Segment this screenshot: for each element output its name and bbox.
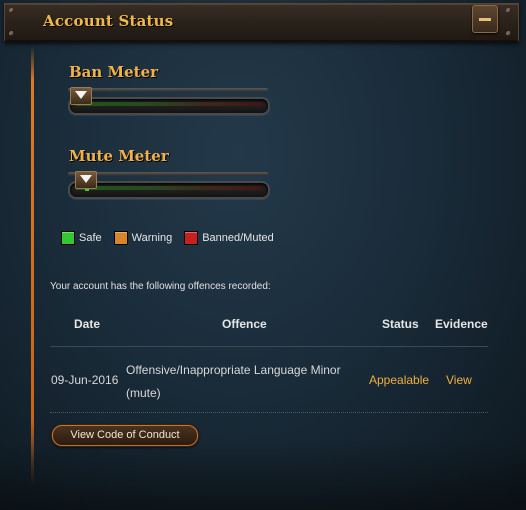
mute-meter-pointer-icon — [75, 171, 97, 189]
column-header-status: Status — [382, 317, 419, 331]
column-header-evidence: Evidence — [435, 317, 488, 331]
legend-item-banned: Banned/Muted — [184, 231, 274, 245]
panel-title: Account Status — [43, 12, 174, 30]
offence-date: 09-Jun-2016 — [51, 373, 119, 387]
mute-meter-title: Mute Meter — [69, 147, 169, 165]
column-header-date: Date — [74, 317, 101, 331]
ban-meter-fill — [76, 102, 262, 106]
safe-swatch-icon — [61, 231, 75, 245]
legend-item-safe: Safe — [61, 231, 102, 245]
ban-meter-pointer-icon — [70, 87, 92, 105]
rivet-icon — [9, 8, 14, 13]
legend-item-warning: Warning — [113, 231, 172, 245]
minus-icon — [479, 18, 491, 21]
column-header-offence: Offence — [222, 317, 267, 331]
warning-swatch-icon — [113, 231, 128, 245]
banned-swatch-icon — [184, 231, 199, 245]
offence-description: Offensive/Inappropriate Language Minor (… — [126, 363, 341, 400]
ban-meter-title: Ban Meter — [69, 63, 159, 81]
table-row-divider — [50, 412, 488, 413]
meter-legend: Safe Warning Banned/Muted — [61, 231, 286, 245]
ban-meter-track — [68, 97, 270, 115]
panel-header: Account Status — [4, 3, 519, 42]
table-header-divider — [50, 346, 488, 347]
mute-meter — [64, 171, 274, 201]
rivet-icon — [506, 31, 511, 36]
mute-meter-fill — [76, 186, 262, 190]
mute-meter-track — [68, 181, 270, 199]
view-evidence-link[interactable]: View — [446, 373, 472, 387]
appeal-link[interactable]: Appealable — [369, 373, 429, 387]
account-status-panel: Account Status Ban Meter Mute Meter Safe… — [0, 0, 526, 510]
view-code-of-conduct-button[interactable]: View Code of Conduct — [52, 425, 198, 446]
rivet-icon — [506, 8, 511, 13]
decorative-rail — [31, 46, 34, 486]
rivet-icon — [9, 31, 14, 36]
ban-meter — [64, 87, 274, 117]
collapse-button[interactable] — [472, 5, 498, 33]
offences-intro-text: Your account has the following offences … — [50, 281, 271, 292]
